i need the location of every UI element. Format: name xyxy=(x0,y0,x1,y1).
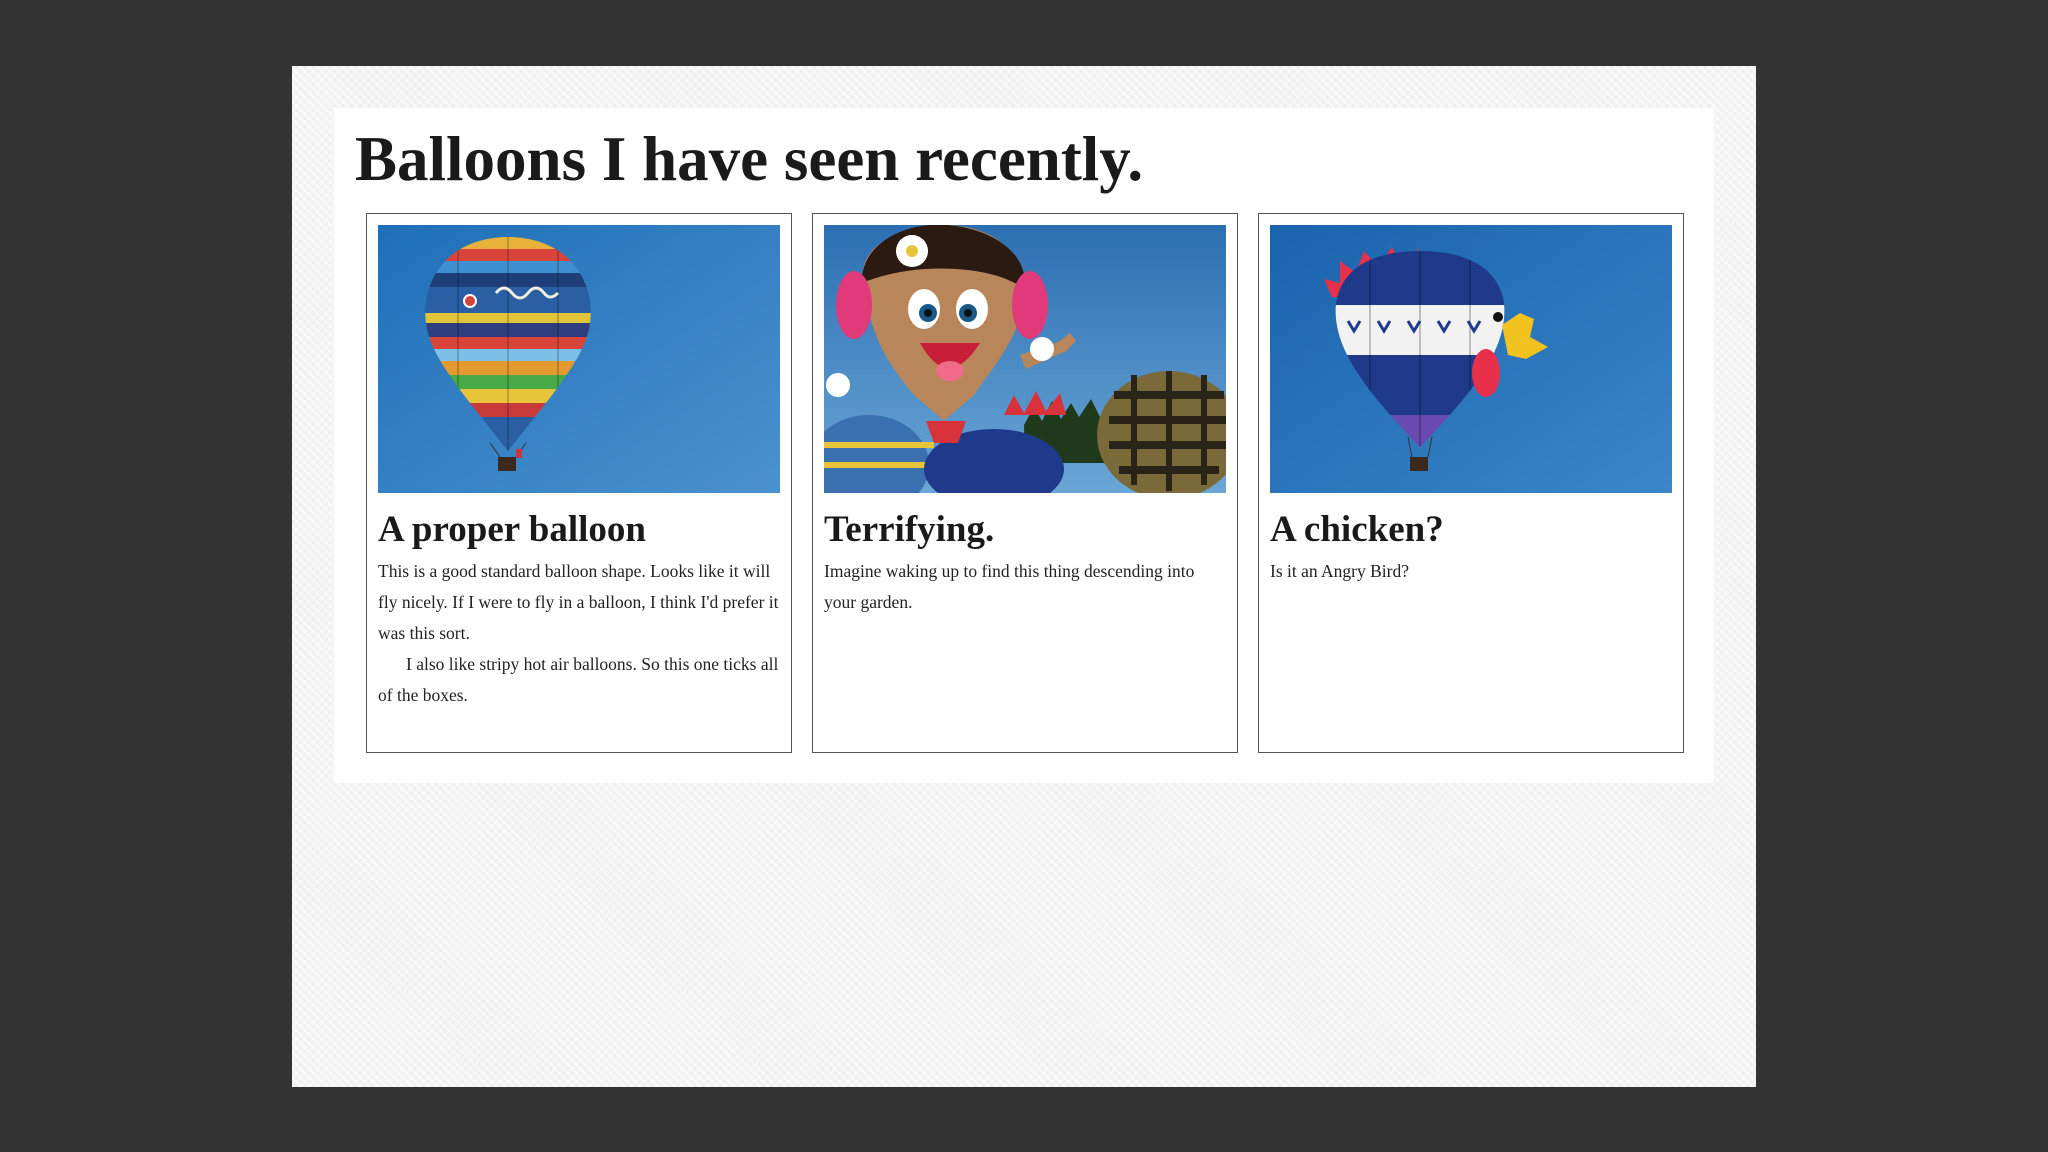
card-heading: A proper balloon xyxy=(378,509,646,550)
cartoon-girl-balloon-image xyxy=(824,225,1226,493)
card-terrifying: Terrifying. Imagine waking up to find th… xyxy=(812,213,1238,753)
card-row: A proper balloon This is a good standard… xyxy=(366,213,1684,753)
page-container: Balloons I have seen recently. A proper … xyxy=(334,108,1714,783)
browser-viewport: Balloons I have seen recently. A proper … xyxy=(292,66,1756,1087)
card-chicken: A chicken? Is it an Angry Bird? xyxy=(1258,213,1684,753)
chicken-balloon-image xyxy=(1270,225,1672,493)
card-paragraph: This is a good standard balloon shape. L… xyxy=(378,561,779,643)
card-proper-balloon: A proper balloon This is a good standard… xyxy=(366,213,792,753)
card-paragraph: Imagine waking up to find this thing des… xyxy=(824,561,1195,612)
card-text: Is it an Angry Bird? xyxy=(1270,556,1674,587)
card-heading: A chicken? xyxy=(1270,509,1444,550)
card-text: This is a good standard balloon shape. L… xyxy=(378,556,782,711)
card-text: Imagine waking up to find this thing des… xyxy=(824,556,1228,618)
striped-balloon-image xyxy=(378,225,780,493)
card-paragraph: I also like stripy hot air balloons. So … xyxy=(378,654,779,705)
card-heading: Terrifying. xyxy=(824,509,995,550)
card-paragraph: Is it an Angry Bird? xyxy=(1270,561,1410,581)
page-title: Balloons I have seen recently. xyxy=(355,124,1144,194)
